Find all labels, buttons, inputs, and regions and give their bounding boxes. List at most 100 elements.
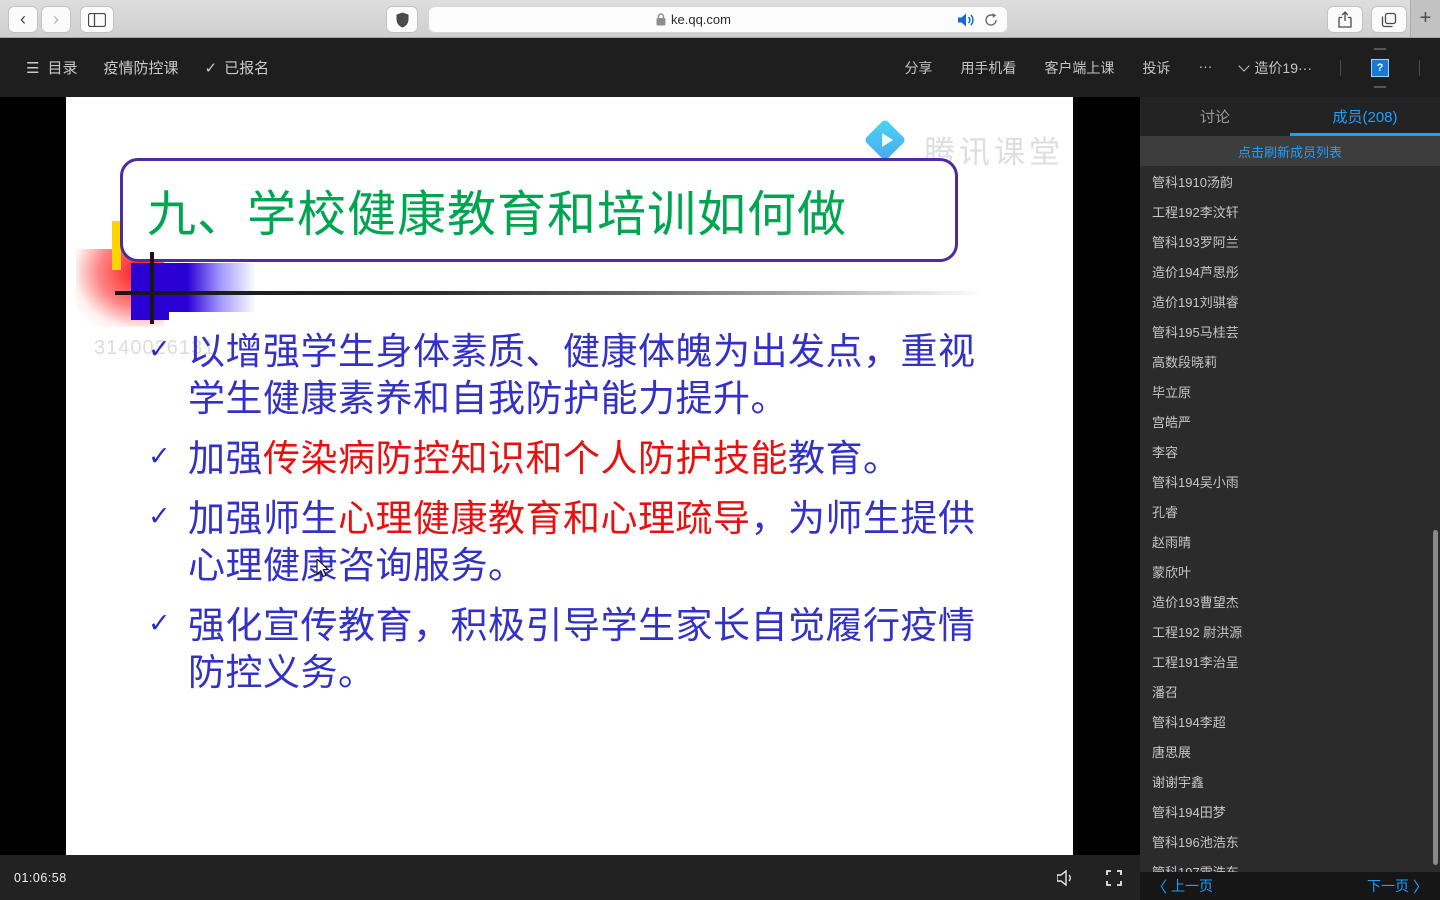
- member-list-item: 潘召: [1140, 676, 1440, 706]
- member-list-item: 造价193曹望杰: [1140, 586, 1440, 616]
- header-action[interactable]: 用手机看: [960, 58, 1016, 78]
- enrolled-badge: ✓ 已报名: [204, 57, 269, 78]
- member-list-item: 管科1910汤韵: [1140, 166, 1440, 196]
- toc-button[interactable]: ☰ 目录: [26, 57, 77, 78]
- prev-page-button[interactable]: 〈 上一页: [1152, 876, 1213, 897]
- refresh-members-button[interactable]: 点击刷新成员列表: [1140, 136, 1440, 166]
- member-pagination: 〈 上一页 下一页 〉: [1140, 872, 1440, 900]
- header-action[interactable]: 分享: [904, 58, 932, 78]
- bullet-text-segment: 心理健康教育和心理疏导: [338, 499, 751, 540]
- member-list-item: 高数段晓莉: [1140, 346, 1440, 376]
- member-list-item: 毕立原: [1140, 376, 1440, 406]
- toc-label: 目录: [47, 57, 77, 78]
- bullet-text: 以增强学生身体素质、健康体魄为出发点，重视学生健康素养和自我防护能力提升。: [188, 329, 978, 423]
- member-name: 管科197雷浩东: [1152, 862, 1239, 873]
- member-list-item: 谢谢宇鑫: [1140, 766, 1440, 796]
- chevron-down-icon: [1239, 60, 1250, 71]
- member-list-item: 工程192李汶轩: [1140, 196, 1440, 226]
- sidebar-tab[interactable]: 成员(208): [1290, 97, 1440, 136]
- course-title: 疫情防控课: [103, 57, 178, 78]
- slide-bullet: ✓ 强化宣传教育，积极引导学生家长自觉履行疫情防控义务。: [148, 603, 1008, 697]
- member-name: 宫皓严: [1152, 412, 1191, 431]
- slide-title: 九、学校健康教育和培训如何做: [147, 175, 847, 246]
- bullet-text-segment: 加强: [188, 439, 263, 480]
- url-text: ke.qq.com: [671, 12, 731, 27]
- sidebar-tab[interactable]: 讨论: [1140, 97, 1290, 136]
- share-page-button[interactable]: [1327, 6, 1363, 33]
- sidebar: 讨论 成员(208) 点击刷新成员列表 管科1910汤韵 工程192李汶轩 管科…: [1140, 97, 1440, 900]
- app-window: ‹ ›: [0, 0, 1440, 900]
- slide-bullet-list: ✓ 以增强学生身体素质、健康体魄为出发点，重视学生健康素养和自我防护能力提升。 …: [148, 329, 1008, 710]
- member-name: 管科194吴小雨: [1152, 472, 1239, 491]
- course-header: ☰ 目录 疫情防控课 ✓ 已报名 分享 用手机看 客户端上课 投诉 ··· 造价19··…: [0, 38, 1440, 97]
- member-name: 管科194李超: [1152, 712, 1226, 731]
- lock-icon: [656, 13, 666, 26]
- member-list-item: 蒙欣叶: [1140, 556, 1440, 586]
- reload-icon[interactable]: [984, 13, 998, 27]
- member-list-item: 宫皓严: [1140, 406, 1440, 436]
- scrollbar-thumb[interactable]: [1433, 530, 1438, 865]
- checkmark-icon: ✓: [148, 436, 188, 483]
- member-name: 毕立原: [1152, 382, 1191, 401]
- bullet-text: 强化宣传教育，积极引导学生家长自觉履行疫情防控义务。: [188, 603, 978, 697]
- share-icon: [1338, 11, 1352, 28]
- player-control-bar: 01:06:58: [0, 855, 1140, 900]
- member-name: 管科1910汤韵: [1152, 172, 1233, 191]
- member-name: 潘召: [1152, 682, 1178, 701]
- bullet-text-segment: 教育。: [788, 439, 901, 480]
- header-action[interactable]: ···: [1198, 58, 1212, 78]
- bullet-text: 加强师生心理健康教育和心理疏导，为师生提供心理健康咨询服务。: [188, 496, 978, 590]
- bullet-text-segment: 强化宣传教育，积极引导学生家长自觉履行疫情防控义务。: [188, 606, 976, 694]
- member-list-item: 管科196池浩东: [1140, 826, 1440, 856]
- header-action[interactable]: 投诉: [1142, 58, 1170, 78]
- member-name: 管科194田梦: [1152, 802, 1226, 821]
- hamburger-icon: ☰: [26, 59, 39, 77]
- member-list[interactable]: 管科1910汤韵 工程192李汶轩 管科193罗阿兰 造价194芦思彤 造价19…: [1140, 166, 1440, 872]
- member-name: 造价194芦思彤: [1152, 262, 1239, 281]
- audio-playing-icon[interactable]: [958, 13, 975, 27]
- new-tab-button[interactable]: +: [1410, 0, 1440, 37]
- header-action[interactable]: 客户端上课: [1044, 58, 1114, 78]
- checkmark-icon: ✓: [148, 496, 188, 590]
- decoration-horizontal-line: [115, 291, 1020, 295]
- bullet-text-segment: 加强师生: [188, 499, 338, 540]
- back-button[interactable]: ‹: [8, 6, 38, 33]
- member-name: 工程192 尉洪源: [1152, 622, 1242, 641]
- member-name: 管科196池浩东: [1152, 832, 1239, 851]
- member-list-item: 管科195马桂芸: [1140, 316, 1440, 346]
- checkmark-icon: ✓: [148, 329, 188, 423]
- address-bar[interactable]: ke.qq.com: [428, 6, 1008, 33]
- tab-overview-button[interactable]: [1371, 6, 1407, 33]
- account-dropdown[interactable]: 造价19···: [1240, 58, 1312, 78]
- decoration-vertical-line: [150, 252, 154, 324]
- member-name: 蒙欣叶: [1152, 562, 1191, 581]
- video-viewer[interactable]: 腾讯课堂 3140026131 九、学校健康教育和培训如何做 ✓ 以增强学生身体…: [0, 97, 1140, 855]
- prev-page-label: 上一页: [1171, 876, 1213, 896]
- member-list-item: 工程191李治呈: [1140, 646, 1440, 676]
- mouse-cursor-icon: [316, 559, 330, 579]
- browser-toolbar: ‹ ›: [0, 0, 1440, 38]
- forward-button[interactable]: ›: [41, 6, 71, 33]
- member-list-item: 工程192 尉洪源: [1140, 616, 1440, 646]
- checkmark-icon: ✓: [148, 603, 188, 697]
- fullscreen-icon[interactable]: [1106, 870, 1122, 886]
- privacy-shield-button[interactable]: [386, 6, 418, 33]
- member-list-item: 造价191刘骐睿: [1140, 286, 1440, 316]
- divider: [1340, 60, 1341, 76]
- bullet-text-segment: 以增强学生身体素质、健康体魄为出发点，重视学生健康素养和自我防护能力提升。: [188, 332, 976, 420]
- broken-image-icon: ?: [1371, 59, 1389, 77]
- member-list-item: 管科194吴小雨: [1140, 466, 1440, 496]
- account-label: 造价19···: [1254, 58, 1312, 78]
- next-page-button[interactable]: 下一页 〉: [1367, 876, 1428, 897]
- check-icon: ✓: [204, 59, 217, 77]
- angle-left-icon: 〈: [1152, 876, 1167, 897]
- sidebar-tabs: 讨论 成员(208): [1140, 97, 1440, 136]
- member-name: 工程191李治呈: [1152, 652, 1239, 671]
- volume-icon[interactable]: [1057, 870, 1076, 886]
- next-page-label: 下一页: [1367, 876, 1409, 896]
- sidebar-toggle-button[interactable]: [80, 6, 114, 33]
- sidebar-toggle-icon: [88, 13, 106, 27]
- member-name: 高数段晓莉: [1152, 352, 1217, 371]
- slide-bullet: ✓ 以增强学生身体素质、健康体魄为出发点，重视学生健康素养和自我防护能力提升。: [148, 329, 1008, 423]
- bullet-text-segment: 传染病防控知识和个人防护技能: [263, 439, 788, 480]
